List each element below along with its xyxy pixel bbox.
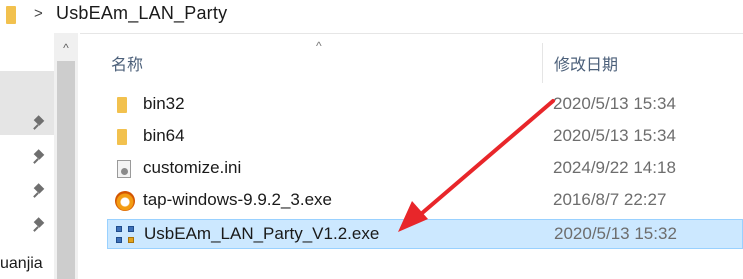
file-date-modified: 2020/5/13 15:32 [554, 224, 677, 243]
file-name: bin64 [143, 126, 185, 145]
column-header-date-modified[interactable]: 修改日期 [554, 51, 618, 75]
folder-icon [6, 6, 16, 24]
scroll-up-icon[interactable]: ^ [54, 41, 78, 59]
breadcrumb-current-folder[interactable]: UsbEAm_LAN_Party [56, 3, 227, 24]
folder-icon [113, 128, 133, 146]
file-row[interactable]: customize.ini 2024/9/22 14:18 [107, 154, 743, 184]
nav-item-label[interactable]: uanjia [0, 255, 43, 273]
folder-icon [113, 96, 133, 114]
file-name: tap-windows-9.9.2_3.exe [143, 190, 333, 209]
pin-icon[interactable] [32, 217, 46, 233]
sort-ascending-icon: ^ [316, 39, 322, 53]
file-name: customize.ini [143, 158, 242, 177]
file-date-modified: 2024/9/22 14:18 [553, 158, 676, 177]
file-date-modified: 2020/5/13 15:34 [553, 126, 676, 145]
file-date-modified: 2016/8/7 22:27 [553, 190, 667, 209]
file-row[interactable]: tap-windows-9.9.2_3.exe 2016/8/7 22:27 [107, 186, 743, 216]
file-row-selected[interactable]: UsbEAm_LAN_Party_V1.2.exe 2020/5/13 15:3… [107, 219, 743, 249]
file-list: ^ 名称 修改日期 bin32 2020/5/13 15:34 bin64 20… [80, 33, 743, 279]
pin-icon[interactable] [32, 149, 46, 165]
column-header-name[interactable]: 名称 [111, 51, 143, 75]
pin-icon[interactable] [32, 183, 46, 199]
settings-file-icon [113, 160, 133, 178]
nav-scrollbar-thumb[interactable] [57, 61, 75, 279]
navigation-pane: ^ uanjia [0, 33, 80, 279]
file-row[interactable]: bin32 2020/5/13 15:34 [107, 90, 743, 120]
breadcrumb-chevron-icon[interactable]: > [34, 5, 43, 22]
file-date-modified: 2020/5/13 15:34 [553, 94, 676, 113]
file-row[interactable]: bin64 2020/5/13 15:34 [107, 122, 743, 152]
column-divider[interactable] [542, 43, 543, 83]
installer-icon [113, 191, 135, 211]
address-bar[interactable]: > UsbEAm_LAN_Party [0, 0, 743, 34]
network-app-icon [114, 226, 134, 244]
file-name: UsbEAm_LAN_Party_V1.2.exe [144, 224, 380, 243]
file-name: bin32 [143, 94, 185, 113]
pin-icon[interactable] [32, 115, 46, 131]
